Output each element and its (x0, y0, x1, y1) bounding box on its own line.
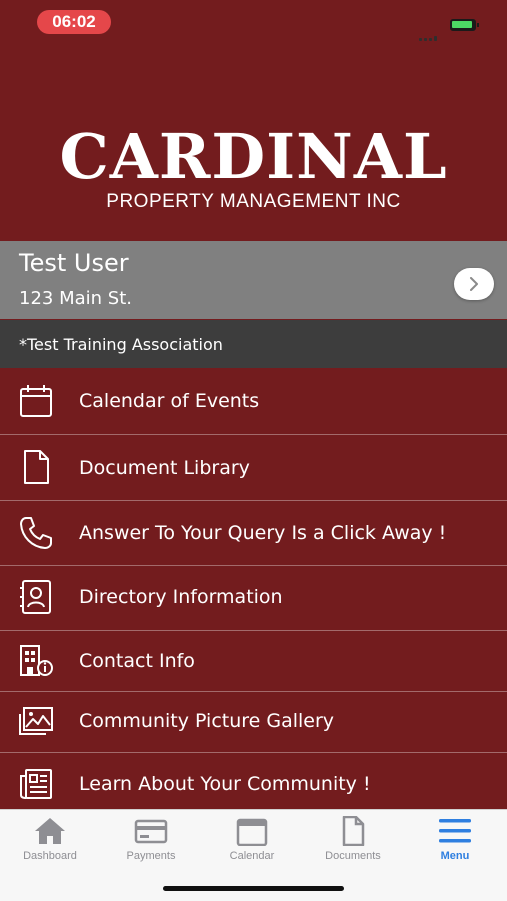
status-bar: 06:02 (0, 0, 507, 44)
phone-icon (20, 517, 52, 549)
menu-item-label: Community Picture Gallery (79, 710, 335, 732)
menu-item-label: Directory Information (79, 586, 283, 608)
tab-menu[interactable]: Menu (405, 810, 505, 870)
logo-main-text: CARDINAL (59, 120, 448, 193)
menu-item-document-library[interactable]: Document Library (0, 435, 507, 501)
status-time: 06:02 (37, 10, 111, 34)
tab-label: Dashboard (23, 850, 77, 862)
home-indicator[interactable] (163, 886, 344, 891)
menu-item-directory-information[interactable]: Directory Information (0, 566, 507, 631)
calendar-icon (236, 818, 268, 846)
user-card[interactable]: Test User 123 Main St. (0, 241, 507, 319)
document-icon (24, 450, 49, 484)
tab-documents[interactable]: Documents (303, 810, 403, 870)
contact-card-icon (20, 580, 51, 614)
tab-label: Payments (126, 850, 176, 862)
menu-item-label: Calendar of Events (79, 390, 260, 412)
gallery-icon (19, 707, 53, 735)
menu-item-calendar-of-events[interactable]: Calendar of Events (0, 368, 507, 435)
newspaper-icon (20, 769, 52, 799)
building-info-icon (20, 645, 53, 676)
tab-label: Documents (325, 850, 381, 862)
calendar-icon (20, 385, 52, 417)
menu-item-label: Learn About Your Community ! (79, 773, 371, 795)
tab-label: Menu (440, 850, 470, 862)
chevron-right-icon (470, 277, 478, 291)
menu-item-answer-query[interactable]: Answer To Your Query Is a Click Away ! (0, 501, 507, 566)
menu-item-contact-info[interactable]: Contact Info (0, 631, 507, 692)
hamburger-menu-icon (439, 819, 471, 843)
menu-item-label: Contact Info (79, 650, 195, 672)
menu-item-label: Answer To Your Query Is a Click Away ! (79, 522, 447, 544)
association-name: *Test Training Association (19, 335, 223, 354)
tab-label: Calendar (229, 850, 275, 862)
home-icon (35, 818, 65, 844)
tab-calendar[interactable]: Calendar (202, 810, 302, 870)
document-icon (342, 816, 365, 846)
tab-dashboard[interactable]: Dashboard (0, 810, 100, 870)
brand-logo: CARDINAL PROPERTY MANAGEMENT INC (0, 95, 507, 241)
user-address: 123 Main St. (19, 288, 132, 309)
user-name: Test User (19, 249, 129, 277)
battery-icon (450, 19, 479, 31)
signal-icon (419, 26, 443, 41)
menu-item-learn-about-community[interactable]: Learn About Your Community ! (0, 753, 507, 809)
tab-payments[interactable]: Payments (101, 810, 201, 870)
menu-item-community-picture-gallery[interactable]: Community Picture Gallery (0, 692, 507, 753)
logo-sub-text: PROPERTY MANAGEMENT INC (106, 191, 401, 212)
association-bar[interactable]: *Test Training Association (0, 320, 507, 368)
credit-card-icon (134, 819, 168, 844)
menu-item-label: Document Library (79, 457, 250, 479)
user-details-button[interactable] (454, 268, 494, 300)
